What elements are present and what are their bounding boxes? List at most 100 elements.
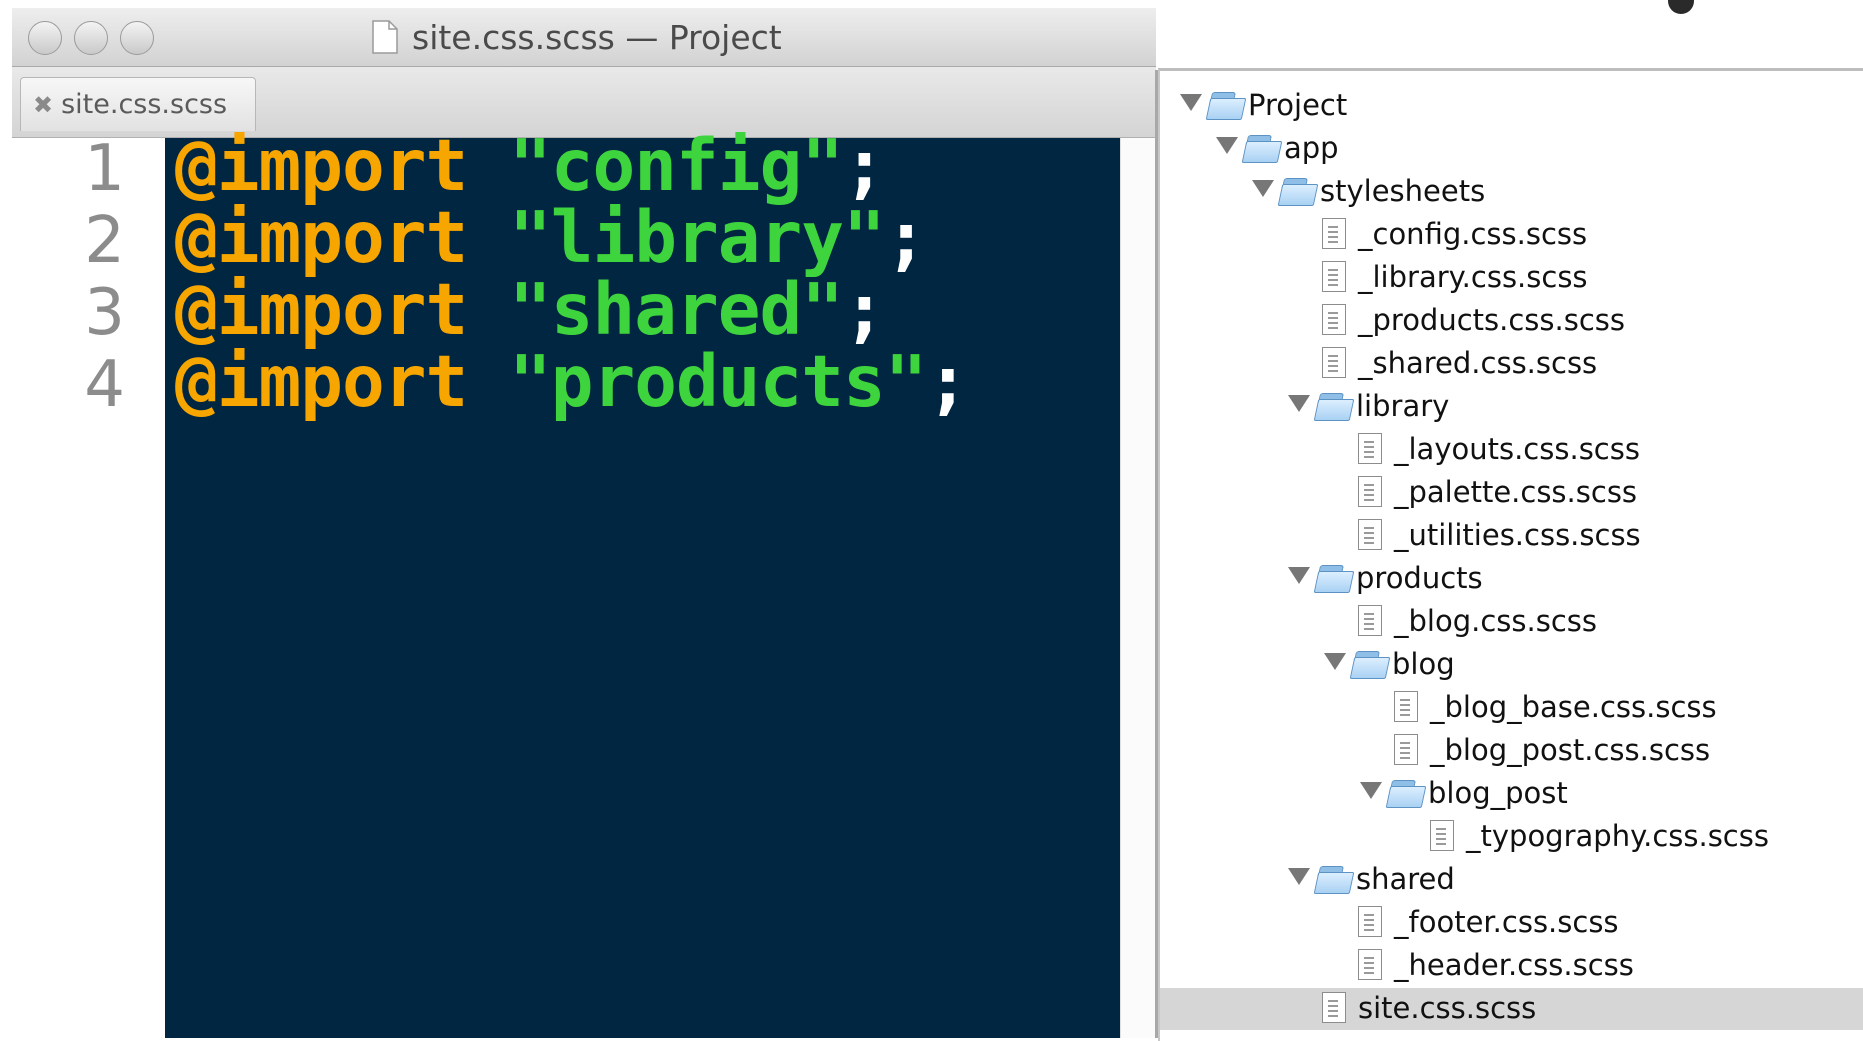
tree-item-label: site.css.scss [1358, 991, 1537, 1025]
tree-item-label: _products.css.scss [1358, 303, 1626, 337]
folder-icon [1313, 562, 1355, 594]
tree-item-label: stylesheets [1320, 174, 1486, 208]
tree-item-label: _utilities.css.scss [1394, 518, 1641, 552]
folder-icon [1313, 390, 1355, 422]
tree-folder-row[interactable]: Project [1160, 85, 1863, 127]
folder-icon [1241, 132, 1283, 164]
tree-folder-row[interactable]: app [1160, 128, 1863, 170]
tree-file-row[interactable]: _blog.css.scss [1160, 601, 1863, 643]
window-title: site.css.scss — Project [412, 17, 782, 57]
file-icon [1358, 949, 1382, 980]
file-icon [1394, 734, 1418, 765]
tab-label: site.css.scss [61, 89, 228, 120]
tree-file-row[interactable]: _layouts.css.scss [1160, 429, 1863, 471]
tree-item-label: _typography.css.scss [1466, 819, 1769, 853]
file-icon [1322, 992, 1346, 1023]
tree-file-row[interactable]: _footer.css.scss [1160, 902, 1863, 944]
file-icon [1430, 820, 1454, 851]
disclosure-triangle-icon[interactable] [1360, 782, 1382, 799]
tree-item-label: _header.css.scss [1394, 948, 1634, 982]
file-icon [1358, 476, 1382, 507]
tree-item-label: _shared.css.scss [1358, 346, 1598, 380]
disclosure-triangle-icon[interactable] [1288, 395, 1310, 412]
folder-icon [1385, 777, 1427, 809]
minimize-window-button[interactable] [74, 21, 108, 55]
disclosure-triangle-icon[interactable] [1252, 180, 1274, 197]
tree-file-row[interactable]: site.css.scss [1160, 988, 1863, 1030]
tree-item-label: _blog.css.scss [1394, 604, 1597, 638]
tree-item-label: _palette.css.scss [1394, 475, 1638, 509]
tree-file-row[interactable]: _utilities.css.scss [1160, 515, 1863, 557]
tree-item-label: blog_post [1428, 776, 1568, 810]
window-title-group: site.css.scss — Project [372, 17, 782, 57]
code-punctuation: ; [842, 124, 886, 207]
code-punctuation: ; [884, 196, 928, 279]
document-icon [372, 20, 398, 54]
code-string: "config" [508, 124, 844, 207]
close-window-button[interactable] [28, 21, 62, 55]
tree-folder-row[interactable]: shared [1160, 859, 1863, 901]
file-icon [1322, 347, 1346, 378]
tree-item-label: app [1284, 131, 1339, 165]
folder-icon [1277, 175, 1319, 207]
tree-folder-row[interactable]: blog_post [1160, 773, 1863, 815]
tree-item-label: shared [1356, 862, 1455, 896]
tree-folder-row[interactable]: products [1160, 558, 1863, 600]
code-punctuation: ; [926, 340, 969, 423]
file-icon [1358, 433, 1382, 464]
code-keyword: @import [175, 124, 468, 207]
file-icon [1358, 605, 1382, 636]
tree-file-row[interactable]: _library.css.scss [1160, 257, 1863, 299]
file-icon [1322, 218, 1346, 249]
tab-site-css-scss[interactable]: ✖ site.css.scss [20, 77, 256, 131]
tree-file-row[interactable]: _blog_base.css.scss [1160, 687, 1863, 729]
disclosure-triangle-icon[interactable] [1288, 868, 1310, 885]
tree-item-label: _config.css.scss [1358, 217, 1588, 251]
line-number-gutter: 1 2 3 4 [12, 132, 165, 1038]
tree-file-row[interactable]: _header.css.scss [1160, 945, 1863, 987]
tree-item-label: _library.css.scss [1358, 260, 1588, 294]
tree-file-row[interactable]: _config.css.scss [1160, 214, 1863, 256]
tree-item-label: blog [1392, 647, 1455, 681]
disclosure-triangle-icon[interactable] [1324, 653, 1346, 670]
tree-item-label: _layouts.css.scss [1394, 432, 1640, 466]
code-keyword: @import [175, 268, 468, 351]
tree-item-label: _blog_post.css.scss [1430, 733, 1711, 767]
code-editor[interactable]: @import "config"; @import "library"; @im… [165, 124, 1120, 1038]
tree-item-label: _blog_base.css.scss [1430, 690, 1717, 724]
code-string: "products" [508, 340, 927, 423]
tree-file-row[interactable]: _products.css.scss [1160, 300, 1863, 342]
disclosure-triangle-icon[interactable] [1288, 567, 1310, 584]
tab-close-icon[interactable]: ✖ [33, 91, 53, 119]
tree-item-label: Project [1248, 88, 1348, 122]
line-number: 4 [84, 348, 125, 422]
disclosure-triangle-icon[interactable] [1216, 137, 1238, 154]
project-drawer: Project app stylesheets _config.css.scss _li… [1158, 68, 1863, 1041]
tree-folder-row[interactable]: library [1160, 386, 1863, 428]
tree-folder-row[interactable]: stylesheets [1160, 171, 1863, 213]
disclosure-triangle-icon[interactable] [1180, 94, 1202, 111]
editor-scroll-margin [1120, 138, 1157, 1038]
folder-icon [1205, 89, 1247, 121]
tree-file-row[interactable]: _blog_post.css.scss [1160, 730, 1863, 772]
file-icon [1358, 906, 1382, 937]
tree-file-row[interactable]: _typography.css.scss [1160, 816, 1863, 858]
folder-icon [1349, 648, 1391, 680]
code-line[interactable]: @import "library"; [175, 196, 928, 279]
tree-file-row[interactable]: _palette.css.scss [1160, 472, 1863, 514]
file-icon [1358, 519, 1382, 550]
zoom-window-button[interactable] [120, 21, 154, 55]
tree-file-row[interactable]: _shared.css.scss [1160, 343, 1863, 385]
line-number: 1 [84, 132, 125, 206]
code-line[interactable]: @import "shared"; [175, 268, 886, 351]
line-number: 2 [84, 204, 125, 278]
code-line[interactable]: @import "config"; [175, 124, 886, 207]
code-line[interactable]: @import "products"; [175, 340, 969, 423]
line-number: 3 [84, 276, 125, 350]
tree-item-label: products [1356, 561, 1483, 595]
code-keyword: @import [175, 196, 468, 279]
file-icon [1322, 304, 1346, 335]
tree-folder-row[interactable]: blog [1160, 644, 1863, 686]
tree-item-label: library [1356, 389, 1450, 423]
title-bar[interactable]: site.css.scss — Project [12, 8, 1156, 67]
